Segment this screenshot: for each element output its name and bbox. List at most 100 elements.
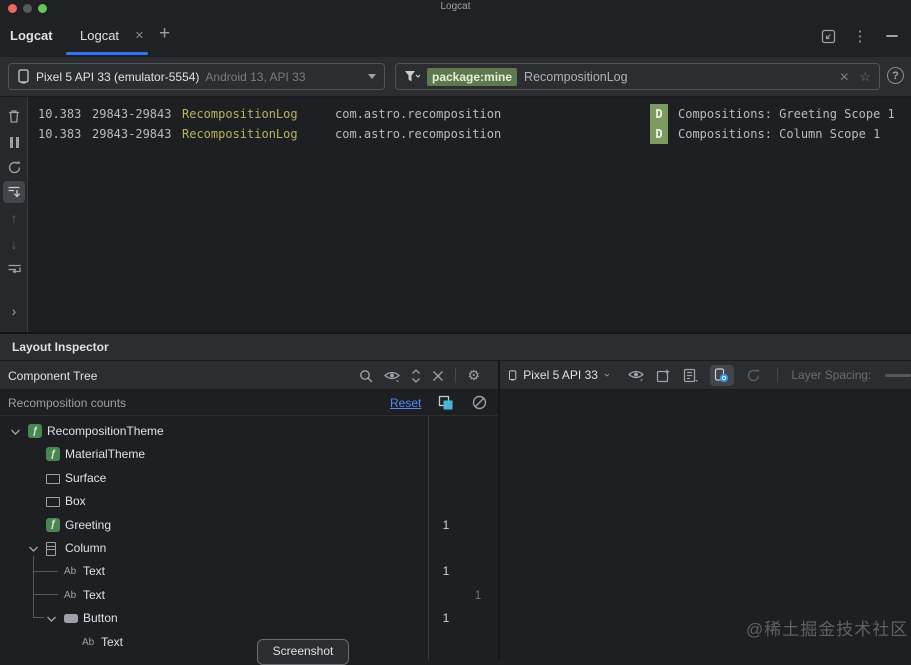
tree-node-label: MaterialTheme: [65, 447, 146, 462]
log-pid: 29843-29843: [92, 107, 172, 121]
tree-node-label: Text: [83, 564, 106, 579]
layout-inspector-header: Layout Inspector: [0, 332, 911, 361]
tree-node-column[interactable]: Column: [0, 537, 499, 560]
logcat-toolbar: Pixel 5 API 33 (emulator-5554) Android 1…: [0, 57, 911, 97]
chevron-down-icon[interactable]: [10, 428, 21, 436]
tree-node-greeting[interactable]: ƒ Greeting 1: [0, 514, 499, 537]
device-name: Pixel 5 API 33 (emulator-5554): [36, 69, 200, 84]
expand-collapse-icon[interactable]: [411, 368, 421, 383]
options-menu-icon[interactable]: ⋮: [851, 27, 869, 45]
chevron-down-icon[interactable]: [46, 615, 57, 623]
log-time: 10.383: [38, 107, 82, 121]
window-title: Logcat: [440, 1, 471, 12]
tree-node-text[interactable]: Ab Text 1: [0, 560, 499, 583]
add-snapshot-icon[interactable]: [656, 368, 671, 383]
gear-icon[interactable]: ⚙: [467, 367, 480, 384]
tree-node-recompositiontheme[interactable]: ƒ RecompositionTheme: [0, 420, 499, 443]
log-tag: RecompositionLog: [182, 107, 298, 121]
inspector-device-toolbar: Pixel 5 API 33 Layer Spacing:: [500, 361, 911, 390]
tree-node-text[interactable]: Ab Text 1: [0, 584, 499, 607]
tab-bar: Logcat Logcat ✕ + ⋮: [0, 16, 911, 57]
tree-node-text[interactable]: Ab Text: [0, 631, 499, 654]
log-message: Compositions: Greeting Scope 1: [678, 107, 895, 121]
soft-wrap-icon[interactable]: [3, 258, 25, 280]
highlight-layers-icon[interactable]: [438, 395, 454, 411]
tree-node-label: Box: [65, 494, 86, 509]
pause-logcat-icon[interactable]: [3, 131, 25, 153]
clear-logcat-icon[interactable]: [3, 105, 25, 127]
tab-logcat[interactable]: Logcat ✕: [66, 16, 148, 57]
tree-node-label: Text: [101, 634, 124, 649]
new-tab-button[interactable]: +: [159, 23, 170, 45]
scroll-to-end-icon[interactable]: [3, 181, 25, 203]
tool-window-label: Logcat: [10, 28, 53, 43]
recomposition-count: 1: [442, 564, 450, 579]
tree-node-box[interactable]: Box: [0, 490, 499, 513]
device-detail: Android 13, API 33: [205, 69, 306, 84]
tree-node-label: Text: [83, 587, 106, 602]
skip-count: 1: [474, 587, 482, 602]
recomposition-counts-label: Recomposition counts: [8, 396, 127, 410]
log-time: 10.383: [38, 127, 82, 141]
filter-query-text: RecompositionLog: [524, 69, 628, 84]
phone-icon: [508, 369, 517, 380]
layer-spacing-slider[interactable]: [885, 373, 911, 377]
view-options-eye-icon[interactable]: [627, 369, 644, 381]
chevron-down-icon: [368, 74, 376, 79]
inspector-device-selector[interactable]: Pixel 5 API 33: [523, 368, 598, 382]
logcat-output[interactable]: 10.383 29843-29843 RecompositionLog com.ast…: [28, 97, 911, 332]
log-package: com.astro.recomposition: [335, 127, 502, 141]
recomposition-count: 1: [442, 517, 450, 532]
view-options-eye-icon[interactable]: [384, 370, 401, 382]
collapse-all-icon[interactable]: [432, 370, 444, 382]
component-tree[interactable]: ƒ RecompositionTheme ƒ MaterialTheme Surface…: [0, 416, 499, 660]
toolbar-separator: [455, 368, 457, 383]
log-pid: 29843-29843: [92, 127, 172, 141]
tree-node-label: Greeting: [65, 517, 112, 532]
expand-strip-icon[interactable]: ›: [3, 300, 25, 322]
log-message: Compositions: Column Scope 1: [678, 127, 881, 141]
filter-funnel-icon: [405, 71, 420, 82]
live-updates-toggle[interactable]: [709, 364, 734, 386]
filter-chip-package-mine[interactable]: package:mine: [427, 67, 518, 86]
compose-node-icon: ƒ: [46, 517, 60, 532]
compose-node-icon: ƒ: [46, 447, 60, 462]
view-mode-icon[interactable]: [683, 368, 698, 383]
recomposition-counts-bar: Recomposition counts Reset: [0, 390, 499, 416]
recomposition-count: 1: [442, 611, 450, 626]
compose-node-icon: ƒ: [28, 424, 42, 438]
layout-inspector-title: Layout Inspector: [12, 340, 109, 354]
column-node-icon: [46, 542, 56, 556]
help-icon[interactable]: ?: [887, 67, 904, 84]
next-occurrence-icon[interactable]: ↓: [3, 233, 25, 255]
active-tab-indicator: [66, 52, 148, 55]
favorite-filter-icon[interactable]: ☆: [859, 69, 871, 85]
restart-logcat-icon[interactable]: [3, 156, 25, 178]
clear-filter-icon[interactable]: ✕: [839, 70, 849, 84]
device-selector[interactable]: Pixel 5 API 33 (emulator-5554) Android 1…: [8, 63, 385, 90]
close-tab-icon[interactable]: ✕: [135, 29, 144, 42]
app-window: Logcat Logcat Logcat ✕ + ⋮ Pixel 5 API 3…: [0, 0, 911, 665]
logcat-filter-input[interactable]: package:mine RecompositionLog ✕ ☆: [395, 63, 880, 90]
component-tree-title: Component Tree: [8, 369, 98, 383]
text-node-icon: Ab: [82, 636, 95, 648]
text-node-icon: Ab: [64, 566, 77, 578]
tree-node-surface[interactable]: Surface: [0, 467, 499, 490]
layer-spacing-label: Layer Spacing:: [791, 368, 872, 382]
title-bar: Logcat: [0, 0, 911, 16]
search-icon[interactable]: [359, 369, 373, 383]
tree-node-label: Button: [83, 611, 118, 626]
tree-node-materialtheme[interactable]: ƒ MaterialTheme: [0, 443, 499, 466]
hide-panel-icon[interactable]: [883, 27, 901, 45]
chevron-down-icon[interactable]: [28, 545, 39, 553]
watermark: @稀土掘金技术社区: [746, 620, 909, 639]
tree-node-button[interactable]: Button 1: [0, 607, 499, 630]
refresh-icon[interactable]: [746, 368, 761, 383]
component-tree-header: Component Tree ⚙: [0, 361, 499, 390]
reset-counts-link[interactable]: Reset: [390, 396, 421, 410]
cancel-highlight-icon[interactable]: [472, 395, 487, 410]
previous-occurrence-icon[interactable]: ↑: [3, 207, 25, 229]
float-window-icon[interactable]: [819, 27, 837, 45]
tree-node-label: Surface: [65, 470, 107, 485]
tree-node-label: RecompositionTheme: [47, 424, 164, 438]
